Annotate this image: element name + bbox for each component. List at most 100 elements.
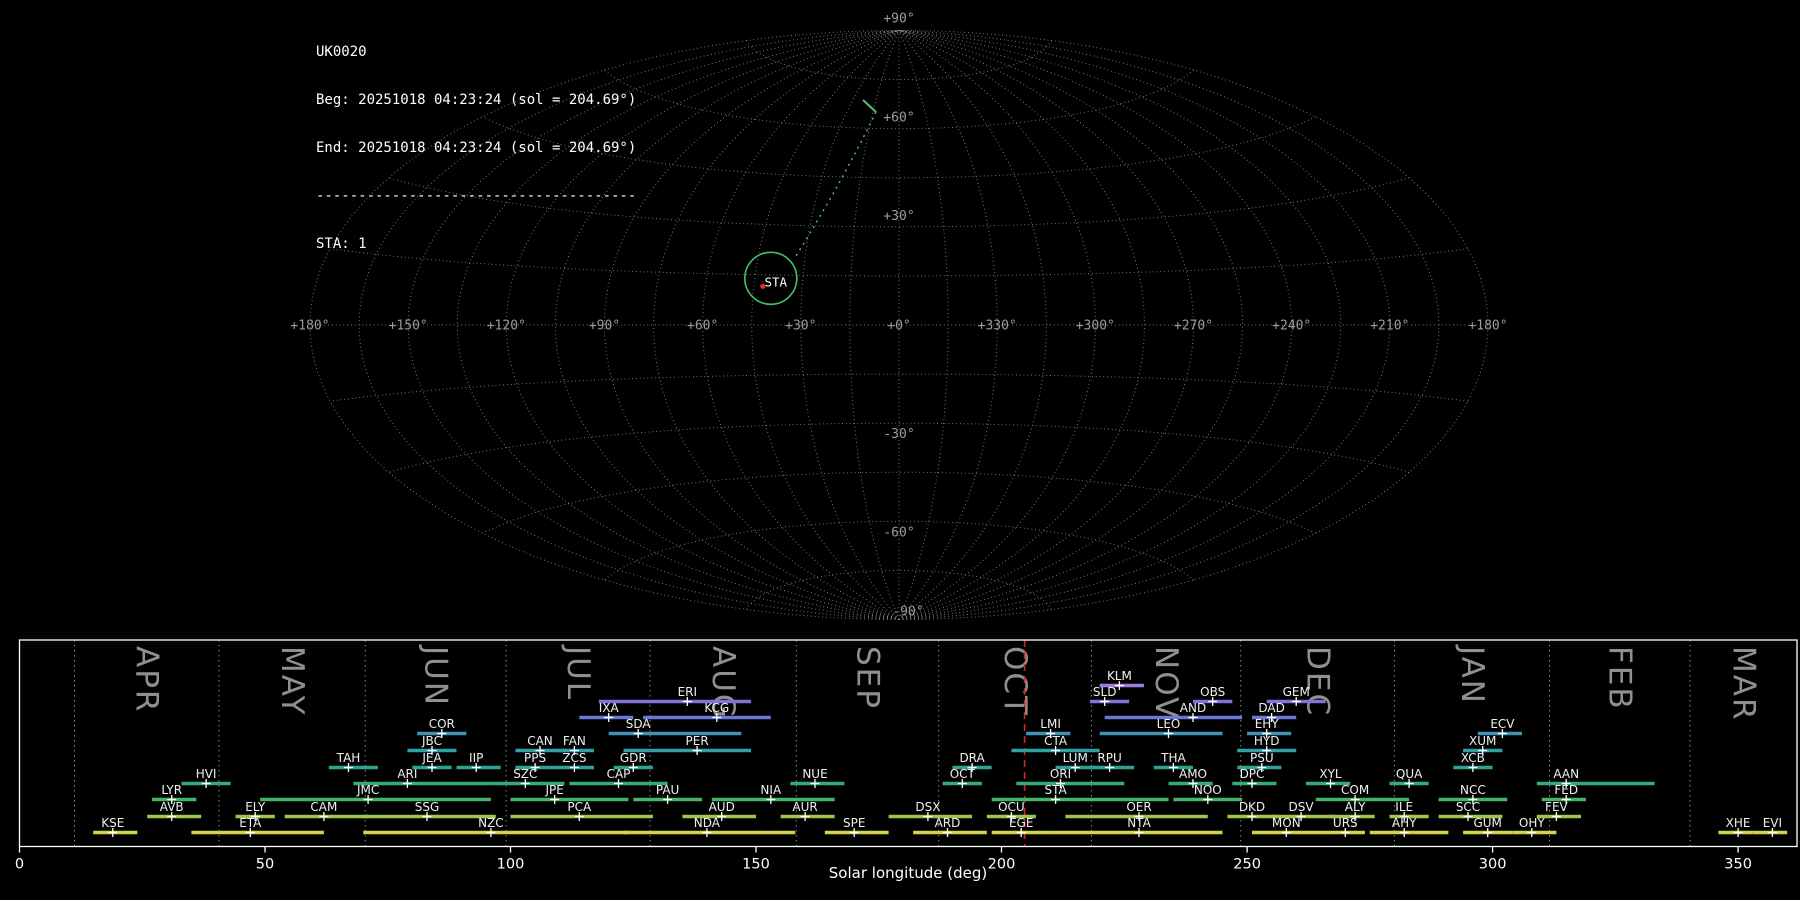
shower-code: GEM (1283, 685, 1310, 699)
begin-line: Beg: 20251018 04:23:24 (sol = 204.69°) (316, 92, 637, 108)
shower-EGE: EGE (991, 816, 1056, 837)
shower-code: AVB (160, 800, 184, 814)
tick-label: 150 (742, 857, 770, 873)
shower-NDA: NDA (623, 816, 796, 837)
shower-SLD: SLD (1089, 685, 1130, 706)
divider-line: -------------------------------------- (316, 188, 637, 204)
shower-code: PCA (567, 800, 592, 814)
activity-timeline: Solar longitude (deg) APR MAY JUN JUL AUG SEP… (15, 639, 1798, 882)
shower-HVI: HVI (181, 767, 231, 788)
shower-code: CAM (310, 800, 337, 814)
shower-code: SPE (843, 816, 865, 830)
shower-code: SSG (415, 800, 440, 814)
shower-MON: MON (1252, 816, 1326, 837)
shower-code: EVI (1763, 816, 1782, 830)
shower-row: HVI ARI SZC CAP NUE OCT ORI AMO DPC XYL QUA AAN (181, 767, 1655, 788)
month-label: NOV (1148, 646, 1184, 720)
shower-code: FED (1554, 783, 1578, 797)
shower-code: COR (429, 717, 455, 731)
month-label: SEP (850, 646, 886, 710)
shower-code: DSX (915, 800, 940, 814)
shower-code: KLM (1107, 669, 1132, 683)
shower-XCB: XCB (1453, 751, 1493, 772)
shower-QUA: QUA (1389, 767, 1429, 788)
shower-code: KSE (101, 816, 124, 830)
tick-label: 300 (1479, 857, 1507, 873)
lat-label: +90° (883, 12, 914, 27)
lat-label: +30° (883, 209, 914, 224)
tick-label: 250 (1233, 857, 1261, 873)
shower-CAP: CAP (569, 767, 668, 788)
radiant-plot-page: UK0020 Beg: 20251018 04:23:24 (sol = 204… (0, 0, 1800, 900)
shower-code: MON (1272, 816, 1301, 830)
end-line: End: 20251018 04:23:24 (sol = 204.69°) (316, 140, 637, 156)
tick-label: 50 (256, 857, 274, 873)
x-axis-title: Solar longitude (deg) (829, 864, 987, 882)
shower-code: NIA (760, 783, 782, 797)
shower-ARD: ARD (913, 816, 987, 837)
shower-code: ALY (1345, 800, 1366, 814)
lat-label: -90° (892, 605, 923, 620)
shower-code: DPC (1240, 767, 1265, 781)
shower-code: NDA (694, 816, 721, 830)
shower-code: OER (1126, 800, 1151, 814)
shower-code: OHY (1519, 816, 1545, 830)
shower-code: GUM (1473, 816, 1501, 830)
month-label: JUN (418, 644, 454, 707)
lon-label: +120° (487, 319, 526, 334)
shower-SDA: SDA (608, 717, 742, 738)
shower-code: PER (686, 734, 709, 748)
lon-label: +330° (978, 319, 1017, 334)
shower-code: AHY (1392, 816, 1417, 830)
station-id: UK0020 (316, 44, 367, 60)
shower-code: KCG (704, 701, 729, 715)
shower-code: TAH (336, 751, 361, 765)
month-label: FEB (1602, 646, 1638, 711)
shower-code: GDR (620, 751, 647, 765)
shower-code: XUM (1469, 734, 1496, 748)
shower-PCA: PCA (510, 800, 653, 821)
trail-path (795, 111, 877, 257)
shower-CAM: CAM (284, 800, 369, 821)
tick-label: 200 (988, 857, 1016, 873)
shower-RPU: RPU (1089, 751, 1135, 772)
shower-IIP: IIP (456, 751, 501, 772)
shower-PAU: PAU (633, 783, 702, 804)
shower-NTA: NTA (1055, 816, 1223, 837)
shower-GUM: GUM (1463, 816, 1513, 837)
shower-URS: URS (1325, 816, 1365, 837)
month-label: MAR (1726, 646, 1762, 722)
month-label: JAN (1454, 644, 1490, 705)
shower-ORI: ORI (1016, 767, 1125, 788)
lon-label: +270° (1174, 319, 1213, 334)
shower-code: NZC (478, 816, 504, 830)
month-label: MAY (274, 646, 310, 716)
shower-code: FEV (1545, 800, 1568, 814)
shower-NOO: NOO (1173, 783, 1243, 804)
latitude-labels: +90° +60° +30° -30° -60° -90° (883, 12, 923, 620)
tick-label: 0 (15, 857, 24, 873)
shower-code: SZC (513, 767, 537, 781)
shower-code: RPU (1097, 751, 1121, 765)
shower-code: XYL (1319, 767, 1342, 781)
sky-map: +180° +150° +120° +90° +60° +30° +0° +330° +300°… (290, 12, 1508, 620)
shower-code: ARI (397, 767, 417, 781)
shower-JEA: JEA (412, 751, 452, 772)
shower-code: ORI (1050, 767, 1071, 781)
meridian-line (751, 30, 900, 620)
shower-code: COM (1341, 783, 1369, 797)
shower-code: ILE (1395, 800, 1413, 814)
shower-code: DAD (1258, 701, 1284, 715)
shower-code: SDA (626, 717, 652, 731)
radiant-trail (795, 99, 877, 257)
shower-ETA: ETA (191, 816, 324, 837)
month-label: APR (129, 646, 165, 713)
lon-label: +90° (589, 319, 620, 334)
tick-label: 350 (1724, 857, 1752, 873)
shower-code: CAN (527, 734, 553, 748)
lon-label: +30° (785, 319, 816, 334)
shower-code: HVI (196, 767, 217, 781)
shower-code: PPS (524, 751, 546, 765)
shower-DKD: DKD (1227, 800, 1277, 821)
shower-code: NOO (1194, 783, 1222, 797)
